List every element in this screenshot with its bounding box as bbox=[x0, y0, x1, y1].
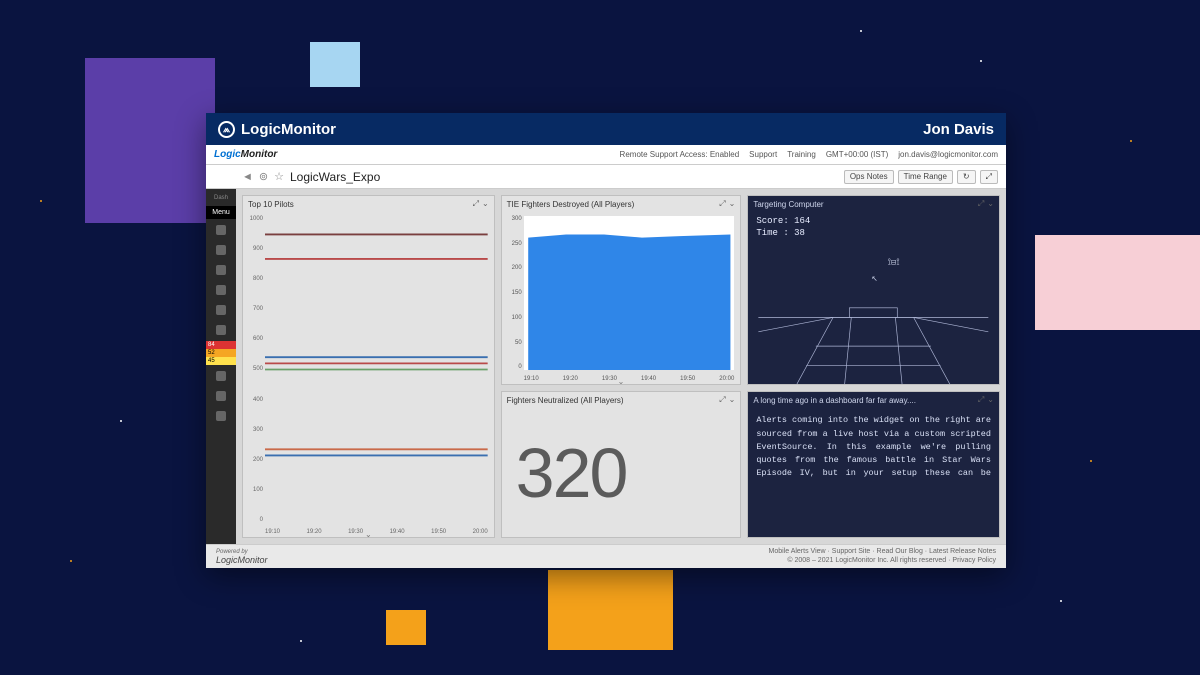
tie-fighter-icon: ⟟⊟⟟ bbox=[888, 257, 900, 267]
refresh-button[interactable]: ↻ bbox=[957, 170, 976, 184]
time-range-button[interactable]: Time Range bbox=[898, 170, 953, 184]
chevron-down-icon[interactable]: ⌄ bbox=[987, 199, 994, 209]
chart1-plot[interactable] bbox=[524, 216, 735, 370]
exchange-icon bbox=[216, 391, 226, 401]
chart1-x-axis: 19:1019:2019:3019:4019:5020:00 bbox=[524, 376, 735, 382]
targeting-canvas[interactable]: ⟟⊟⟟ ↖ bbox=[748, 212, 999, 384]
widget-top-pilots: Top 10 Pilots ⤢⌄ 10009008007006005004003… bbox=[242, 195, 495, 538]
dashboard-grid: TIE Fighters Destroyed (All Players) ⤢⌄ … bbox=[236, 189, 1006, 544]
expand-icon[interactable]: ⤢ bbox=[473, 199, 479, 209]
decorative-block bbox=[548, 570, 673, 650]
chevron-down-icon[interactable]: ⌄ bbox=[482, 199, 489, 209]
sidebar-item-logs[interactable] bbox=[206, 261, 236, 279]
chart3-plot[interactable] bbox=[265, 216, 488, 523]
widget-title: A long time ago in a dashboard far far a… bbox=[753, 396, 916, 405]
presenter-name: Jon Davis bbox=[923, 121, 994, 138]
widget-fighters-neutralized: Fighters Neutralized (All Players) ⤢ ⌄ 32… bbox=[501, 391, 742, 538]
expand-icon[interactable]: ⤢ bbox=[719, 199, 725, 209]
logs-icon bbox=[216, 265, 226, 275]
sidebar-item-mapping[interactable] bbox=[206, 301, 236, 319]
widget-title: TIE Fighters Destroyed (All Players) bbox=[507, 200, 635, 209]
widget-crawl-text: A long time ago in a dashboard far far a… bbox=[747, 391, 1000, 538]
sidebar-item-websites[interactable] bbox=[206, 281, 236, 299]
chart3-x-axis: 19:1019:2019:3019:4019:5020:00 bbox=[265, 529, 488, 535]
fullscreen-button[interactable]: ⤢ bbox=[980, 170, 998, 184]
footer-links[interactable]: Mobile Alerts View · Support Site · Read… bbox=[769, 548, 996, 556]
chevron-down-icon[interactable]: ⌄ bbox=[729, 199, 736, 209]
sidebar-item-resources[interactable] bbox=[206, 241, 236, 259]
dashboards-icon bbox=[216, 225, 226, 235]
support-link[interactable]: Support bbox=[749, 150, 777, 159]
sidebar-tab-dash[interactable]: Dash bbox=[206, 192, 236, 204]
widget-expand-caret[interactable]: ⌄ bbox=[618, 377, 625, 384]
big-number-value: 320 bbox=[502, 408, 741, 537]
widget-title: Top 10 Pilots bbox=[248, 200, 294, 209]
widget-expand-caret[interactable]: ⌄ bbox=[365, 530, 372, 537]
breadcrumb-bar: ◄ ⊚ ☆ LogicWars_Expo Ops Notes Time Rang… bbox=[206, 165, 1006, 189]
product-logo[interactable]: LogicMonitor bbox=[214, 149, 277, 160]
back-icon[interactable]: ◄ bbox=[242, 171, 253, 183]
footer-brand: LogicMonitor bbox=[216, 555, 268, 565]
sidebar-item-reports[interactable] bbox=[206, 367, 236, 385]
settings-icon bbox=[216, 411, 226, 421]
expand-icon[interactable]: ⤢ bbox=[719, 395, 725, 405]
reports-icon bbox=[216, 371, 226, 381]
websites-icon bbox=[216, 285, 226, 295]
alert-counts[interactable]: 84 52 45 bbox=[206, 341, 236, 365]
star-icon[interactable]: ☆ bbox=[274, 170, 284, 183]
decorative-block bbox=[85, 58, 215, 223]
sidebar-item-exchange[interactable] bbox=[206, 387, 236, 405]
decorative-block bbox=[310, 42, 360, 87]
user-menu[interactable]: jon.davis@logicmonitor.com bbox=[898, 150, 998, 159]
mapping-icon bbox=[216, 305, 226, 315]
widget-title: Fighters Neutralized (All Players) bbox=[507, 396, 624, 405]
sidebar-tab-menu[interactable]: Menu bbox=[206, 206, 236, 219]
footer-copyright: © 2008 – 2021 LogicMonitor Inc. All righ… bbox=[769, 557, 996, 565]
widget-targeting-computer: Targeting Computer ⤢⌄ Score: 164 Time : … bbox=[747, 195, 1000, 385]
sidebar-item-settings[interactable] bbox=[206, 407, 236, 425]
brand-logo: ⩕ LogicMonitor bbox=[218, 121, 336, 138]
brand-icon: ⩕ bbox=[218, 121, 235, 138]
footer: Powered by LogicMonitor Mobile Alerts Vi… bbox=[206, 544, 1006, 568]
alert-critical-count: 84 bbox=[206, 341, 236, 349]
widget-title: Targeting Computer bbox=[753, 200, 823, 209]
remote-support-status[interactable]: Remote Support Access: Enabled bbox=[620, 150, 740, 159]
brand-text: LogicMonitor bbox=[241, 121, 336, 138]
alerts-icon bbox=[216, 325, 226, 335]
decorative-block bbox=[386, 610, 426, 645]
titlebar: ⩕ LogicMonitor Jon Davis bbox=[206, 113, 1006, 145]
timezone[interactable]: GMT+00:00 (IST) bbox=[826, 150, 888, 159]
sidebar: Dash Menu 84 52 45 bbox=[206, 189, 236, 544]
alert-warn-count: 45 bbox=[206, 357, 236, 365]
chart3-y-axis: 10009008007006005004003002001000 bbox=[245, 216, 263, 523]
expand-icon[interactable]: ⤢ bbox=[978, 395, 984, 405]
sidebar-item-alerts[interactable] bbox=[206, 321, 236, 339]
cursor-icon: ↖ bbox=[872, 274, 878, 283]
globe-icon[interactable]: ⊚ bbox=[259, 170, 268, 183]
decorative-block bbox=[1035, 235, 1200, 330]
training-link[interactable]: Training bbox=[787, 150, 816, 159]
dashboard-title: LogicWars_Expo bbox=[290, 170, 380, 184]
resources-icon bbox=[216, 245, 226, 255]
widget-tie-destroyed: TIE Fighters Destroyed (All Players) ⤢⌄ … bbox=[501, 195, 742, 385]
chevron-down-icon[interactable]: ⌄ bbox=[987, 395, 994, 405]
chart1-y-axis: 300250200150100500 bbox=[504, 216, 522, 370]
ops-notes-button[interactable]: Ops Notes bbox=[844, 170, 894, 184]
expand-icon[interactable]: ⤢ bbox=[978, 199, 984, 209]
crawl-text: Alerts coming into the widget on the rig… bbox=[756, 414, 991, 531]
app-window: ⩕ LogicMonitor Jon Davis LogicMonitor Re… bbox=[206, 113, 1006, 568]
alert-error-count: 52 bbox=[206, 349, 236, 357]
sidebar-item-dashboards[interactable] bbox=[206, 221, 236, 239]
top-nav: LogicMonitor Remote Support Access: Enab… bbox=[206, 145, 1006, 165]
chevron-down-icon[interactable]: ⌄ bbox=[729, 395, 736, 405]
